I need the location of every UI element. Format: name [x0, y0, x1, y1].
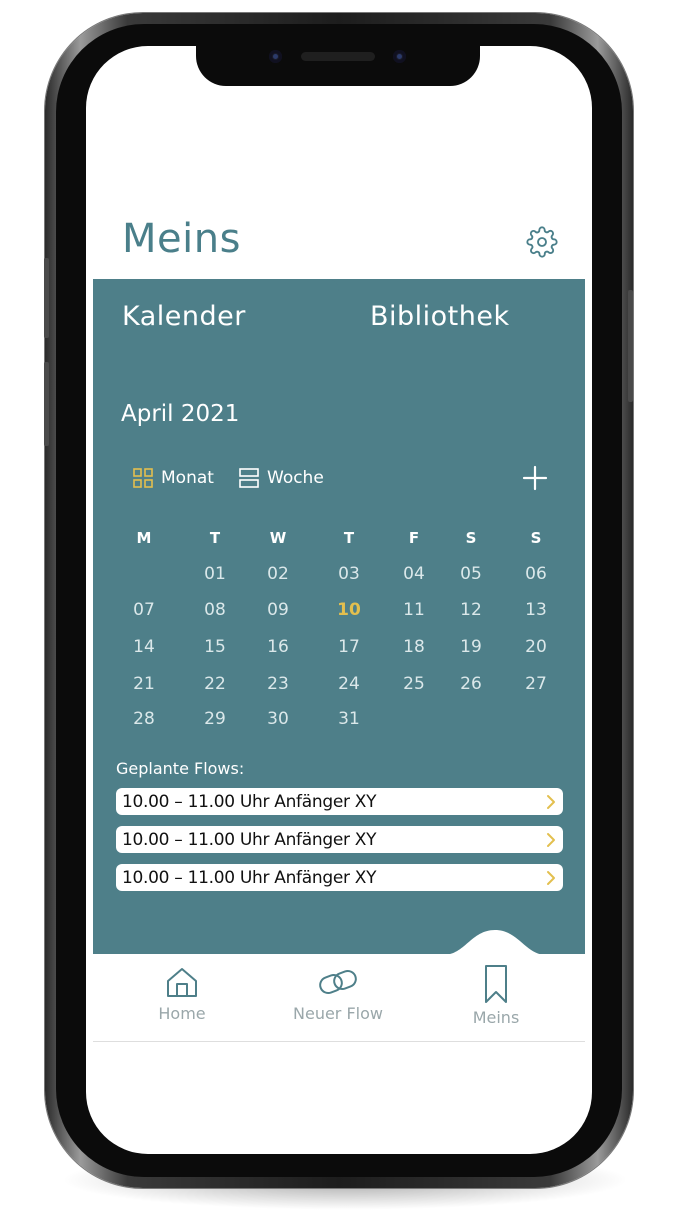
calendar-day[interactable]: 12	[451, 600, 491, 620]
calendar-day[interactable]: 01	[195, 564, 235, 584]
planned-flow-item[interactable]: 10.00 – 11.00 Uhr Anfänger XY	[116, 826, 563, 853]
calendar-day[interactable]: 25	[394, 674, 434, 694]
weekday-header: M	[136, 529, 152, 547]
calendar-day[interactable]: 06	[516, 564, 556, 584]
calendar-day[interactable]: 17	[329, 637, 369, 657]
calendar-day[interactable]: 10	[329, 600, 369, 620]
home-icon	[167, 968, 197, 997]
nav-meins[interactable]: Meins	[431, 964, 561, 1027]
active-nav-indicator	[443, 930, 547, 955]
calendar-day[interactable]: 31	[329, 709, 369, 729]
front-camera-icon	[269, 50, 282, 63]
nav-new-flow[interactable]: Neuer Flow	[273, 964, 403, 1023]
mute-switch	[44, 258, 49, 338]
sensor-icon	[393, 50, 406, 63]
volume-button	[44, 362, 49, 446]
bookmark-icon	[485, 965, 507, 1003]
calendar-day[interactable]: 21	[124, 674, 164, 694]
calendar-day[interactable]: 26	[451, 674, 491, 694]
power-button	[628, 290, 633, 402]
chevron-right-icon	[547, 832, 555, 847]
flow-item-text: 10.00 – 11.00 Uhr Anfänger XY	[122, 791, 377, 812]
month-view-label: Monat	[161, 468, 214, 488]
rows-icon	[239, 468, 259, 488]
notch	[196, 46, 480, 86]
planned-flow-item[interactable]: 10.00 – 11.00 Uhr Anfänger XY	[116, 864, 563, 891]
calendar-day[interactable]: 07	[124, 600, 164, 620]
calendar-day[interactable]: 09	[258, 600, 298, 620]
calendar-day[interactable]: 14	[124, 637, 164, 657]
calendar-day[interactable]: 19	[451, 637, 491, 657]
bottom-divider	[93, 1041, 585, 1042]
calendar-day[interactable]: 28	[124, 709, 164, 729]
settings-gear-icon[interactable]	[526, 226, 558, 258]
chevron-right-icon	[547, 794, 555, 809]
calendar-day[interactable]: 30	[258, 709, 298, 729]
calendar-day[interactable]: 15	[195, 637, 235, 657]
calendar-day[interactable]: 08	[195, 600, 235, 620]
calendar-day[interactable]: 18	[394, 637, 434, 657]
planned-flows-label: Geplante Flows:	[116, 759, 245, 778]
calendar-day[interactable]: 02	[258, 564, 298, 584]
weekday-header: S	[465, 529, 477, 547]
nav-home-label: Home	[158, 1004, 206, 1023]
weekday-header: W	[269, 529, 287, 547]
nav-home[interactable]: Home	[117, 964, 247, 1023]
weekday-header: T	[343, 529, 355, 547]
add-event-icon[interactable]	[521, 464, 549, 492]
weekday-header: F	[408, 529, 420, 547]
calendar-day[interactable]: 24	[329, 674, 369, 694]
calendar-day[interactable]: 20	[516, 637, 556, 657]
calendar-day[interactable]: 11	[394, 600, 434, 620]
grid-icon	[133, 468, 153, 488]
chevron-right-icon	[547, 870, 555, 885]
flow-item-text: 10.00 – 11.00 Uhr Anfänger XY	[122, 867, 377, 888]
weekday-header: S	[530, 529, 542, 547]
week-view-button[interactable]: Woche	[238, 466, 324, 490]
nav-meins-label: Meins	[472, 1008, 520, 1027]
calendar-day[interactable]: 23	[258, 674, 298, 694]
calendar-day[interactable]: 27	[516, 674, 556, 694]
nav-new-flow-label: Neuer Flow	[293, 1004, 383, 1023]
calendar-day[interactable]: 03	[329, 564, 369, 584]
flow-item-text: 10.00 – 11.00 Uhr Anfänger XY	[122, 829, 377, 850]
week-view-label: Woche	[267, 468, 324, 488]
month-view-button[interactable]: Monat	[132, 466, 214, 490]
calendar-day[interactable]: 22	[195, 674, 235, 694]
calendar-day[interactable]: 13	[516, 600, 556, 620]
planned-flow-item[interactable]: 10.00 – 11.00 Uhr Anfänger XY	[116, 788, 563, 815]
month-label: April 2021	[121, 401, 240, 427]
link-icon	[319, 969, 357, 995]
calendar-day[interactable]: 16	[258, 637, 298, 657]
weekday-header: T	[209, 529, 221, 547]
calendar-day[interactable]: 04	[394, 564, 434, 584]
app-screen: Meins Kalender Bibliothek April 2021 Mon…	[86, 46, 592, 1154]
tab-bibliothek-label[interactable]: Bibliothek	[370, 301, 510, 332]
page-title: Meins	[122, 216, 241, 262]
tab-kalender-label[interactable]: Kalender	[122, 301, 246, 332]
earpiece-speaker	[301, 52, 375, 61]
calendar-day[interactable]: 05	[451, 564, 491, 584]
calendar-day[interactable]: 29	[195, 709, 235, 729]
